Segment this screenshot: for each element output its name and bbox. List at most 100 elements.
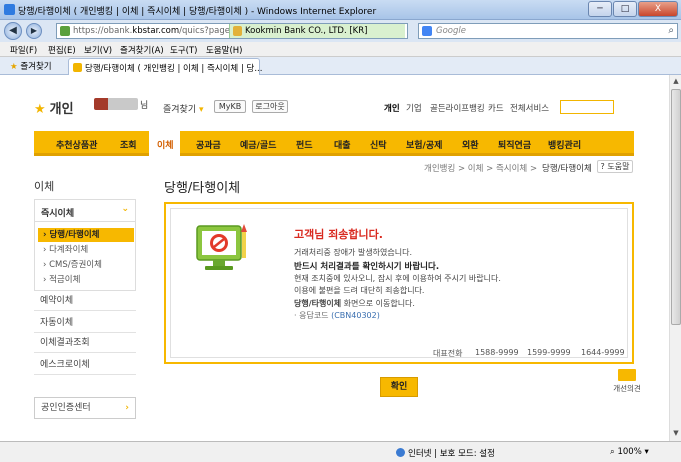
globe-icon: [396, 448, 405, 457]
kb-logo[interactable]: ★ 개인: [34, 98, 74, 117]
sidebar-item-reserved[interactable]: 예약이체: [34, 291, 136, 311]
sidebar-sub-label: 적금이체: [49, 275, 81, 285]
error-line-5: 당행/타행이체 화면으로 이동합니다.: [294, 298, 415, 309]
sidebar-sub-cms[interactable]: › CMS/증권이체: [38, 258, 134, 272]
gnb-transfer[interactable]: 이체: [149, 131, 180, 156]
zoom-value: 100%: [617, 447, 642, 457]
error-box: 고객님 죄송합니다. 거래처리중 장애가 발생하였습니다. 반드시 처리결과를 …: [164, 202, 634, 364]
window-title: 당행/타행이체 ( 개인뱅킹 | 이체 | 즉시이체 | 당행/타행이체 ) -…: [18, 7, 377, 17]
toplink-business[interactable]: 기업: [406, 102, 422, 114]
search-icon[interactable]: ⌕: [668, 25, 674, 36]
error-line-3: 현재 조치중에 있사오니, 잠시 후에 이용하여 주시기 바랍니다.: [294, 274, 501, 283]
favorites-button[interactable]: ★ 즐겨찾기: [10, 60, 52, 72]
search-placeholder: Google: [436, 26, 466, 36]
sidebar-sub-same-other-bank[interactable]: › 당행/타행이체: [38, 228, 134, 242]
star-icon: ★: [10, 62, 18, 72]
envelope-icon: [618, 369, 636, 381]
menu-favorites[interactable]: 즐겨찾기(A): [120, 44, 164, 56]
sidebar-item-result[interactable]: 이체결과조회: [34, 333, 136, 353]
site-search-input[interactable]: [560, 100, 614, 114]
toplink-goldenlife[interactable]: 골든라이프뱅킹: [430, 102, 485, 114]
page-title: 당행/타행이체: [164, 181, 241, 196]
tab-bar: ★ 즐겨찾기 당행/타행이체 ( 개인뱅킹 | 이체 | 즉시이체 | 당...: [0, 57, 681, 75]
web-content: ★ 개인 님 즐겨찾기 ▾ MyKB 로그아웃 개인 기업 골든라이프뱅킹 카드 …: [0, 75, 669, 441]
back-icon[interactable]: ◀: [4, 22, 22, 40]
gnb-deposit[interactable]: 예금/골드: [240, 138, 276, 151]
menu-edit[interactable]: 편집(E): [48, 44, 76, 56]
help-button[interactable]: ? 도움말: [597, 160, 633, 173]
feedback-link[interactable]: 개선의견: [612, 369, 642, 394]
contact-number-3: 1644-9999: [581, 348, 625, 357]
minimize-button[interactable]: ─: [588, 1, 612, 17]
sidebar-sub-label: CMS/증권이체: [49, 260, 102, 270]
sidebar-item-auto[interactable]: 자동이체: [34, 313, 136, 333]
browser-tab[interactable]: 당행/타행이체 ( 개인뱅킹 | 이체 | 즉시이체 | 당...: [68, 58, 262, 75]
chevron-down-icon: ▾: [199, 105, 204, 115]
sidebar-current-label: 즉시이체: [41, 209, 75, 219]
error-line-5-bold: 당행/타행이체: [294, 299, 342, 308]
toplink-personal[interactable]: 개인: [384, 102, 400, 114]
help-label: 도움말: [607, 162, 630, 171]
favorites-menu[interactable]: 즐겨찾기 ▾: [163, 102, 204, 115]
logout-button[interactable]: 로그아웃: [252, 100, 288, 113]
user-info: 님: [94, 98, 148, 111]
kb-star-icon: ★: [34, 102, 46, 117]
gnb-trust[interactable]: 신탁: [370, 138, 387, 151]
zoom-level[interactable]: ⌕ 100% ▾: [610, 447, 649, 457]
sidebar-sub-label: 다계좌이체: [49, 245, 89, 255]
chevron-down-icon: ⌄: [121, 204, 129, 214]
vertical-scrollbar[interactable]: ▲ ▼: [669, 75, 681, 441]
ok-button[interactable]: 확인: [380, 377, 418, 397]
sidebar-sub-multi-account[interactable]: › 다계좌이체: [38, 243, 134, 257]
gnb-recommend[interactable]: 추천상품관: [56, 138, 97, 151]
scroll-down-icon[interactable]: ▼: [671, 429, 681, 439]
toplink-all-services[interactable]: 전체서비스: [510, 102, 549, 114]
sidebar-sub-label: 당행/타행이체: [49, 230, 100, 240]
gnb-pension[interactable]: 퇴직연금: [498, 138, 531, 151]
url-host: kbstar.com: [132, 26, 180, 36]
certificate-badge[interactable]: Kookmin Bank CO., LTD. [KR]: [229, 24, 405, 38]
gnb-bills[interactable]: 공과금: [196, 138, 221, 151]
gnb-forex[interactable]: 외환: [462, 138, 479, 151]
status-bar: 인터넷 | 보호 모드: 설정 ⌕ 100% ▾: [0, 441, 681, 462]
maximize-button[interactable]: □: [613, 1, 637, 17]
mykb-button[interactable]: MyKB: [214, 100, 246, 113]
search-input[interactable]: Google ⌕: [418, 23, 678, 39]
ie-icon: [4, 4, 15, 15]
kb-favicon-icon: [73, 63, 82, 72]
toplink-card[interactable]: 카드: [488, 102, 504, 114]
error-heading: 고객님 죄송합니다.: [294, 228, 383, 241]
gnb-banking-mgmt[interactable]: 뱅킹관리: [548, 138, 581, 151]
avatar: [94, 98, 138, 110]
url-field[interactable]: https://obank.kbstar.com/quics?page=C01i…: [56, 23, 408, 39]
sidebar-current-menu[interactable]: 즉시이체 ⌄: [34, 199, 136, 221]
error-line-2: 반드시 처리결과를 확인하시기 바랍니다.: [294, 262, 440, 272]
sidebar-submenu: › 당행/타행이체 › 다계좌이체 › CMS/증권이체 › 적금이체: [34, 221, 136, 291]
gnb-inquiry[interactable]: 조회: [120, 138, 137, 151]
menu-tools[interactable]: 도구(T): [170, 44, 197, 56]
contact-number-1: 1588-9999: [475, 348, 519, 357]
gnb-fund[interactable]: 펀드: [296, 138, 313, 151]
contact-label: 대표전화: [433, 349, 463, 358]
error-code: · 응답코드 (CBN40302): [294, 311, 380, 320]
menu-file[interactable]: 파일(F): [10, 44, 37, 56]
sidebar-sub-savings[interactable]: › 적금이체: [38, 273, 134, 287]
menu-view[interactable]: 보기(V): [84, 44, 112, 56]
security-zone[interactable]: 인터넷 | 보호 모드: 설정: [396, 447, 495, 459]
menu-help[interactable]: 도움말(H): [206, 44, 242, 56]
certificate-center-link[interactable]: 공인인증센터 ›: [34, 397, 136, 419]
scroll-up-icon[interactable]: ▲: [671, 77, 681, 87]
google-icon: [422, 26, 432, 36]
sidebar-item-escrow[interactable]: 에스크로이체: [34, 355, 136, 375]
gnb-insurance[interactable]: 보험/공제: [406, 138, 442, 151]
gnb-transfer-label: 이체: [157, 141, 174, 151]
scrollbar-thumb[interactable]: [671, 89, 681, 325]
error-line-4: 이용에 불편을 드려 대단히 죄송합니다.: [294, 286, 425, 295]
forward-icon[interactable]: ▶: [26, 23, 42, 39]
gnb-loan[interactable]: 대출: [334, 138, 351, 151]
error-monitor-icon: [196, 224, 247, 270]
url-prefix: https://obank.: [73, 26, 133, 36]
https-icon: [60, 26, 70, 36]
contact-number-2: 1599-9999: [527, 348, 571, 357]
close-button[interactable]: X: [638, 1, 678, 17]
